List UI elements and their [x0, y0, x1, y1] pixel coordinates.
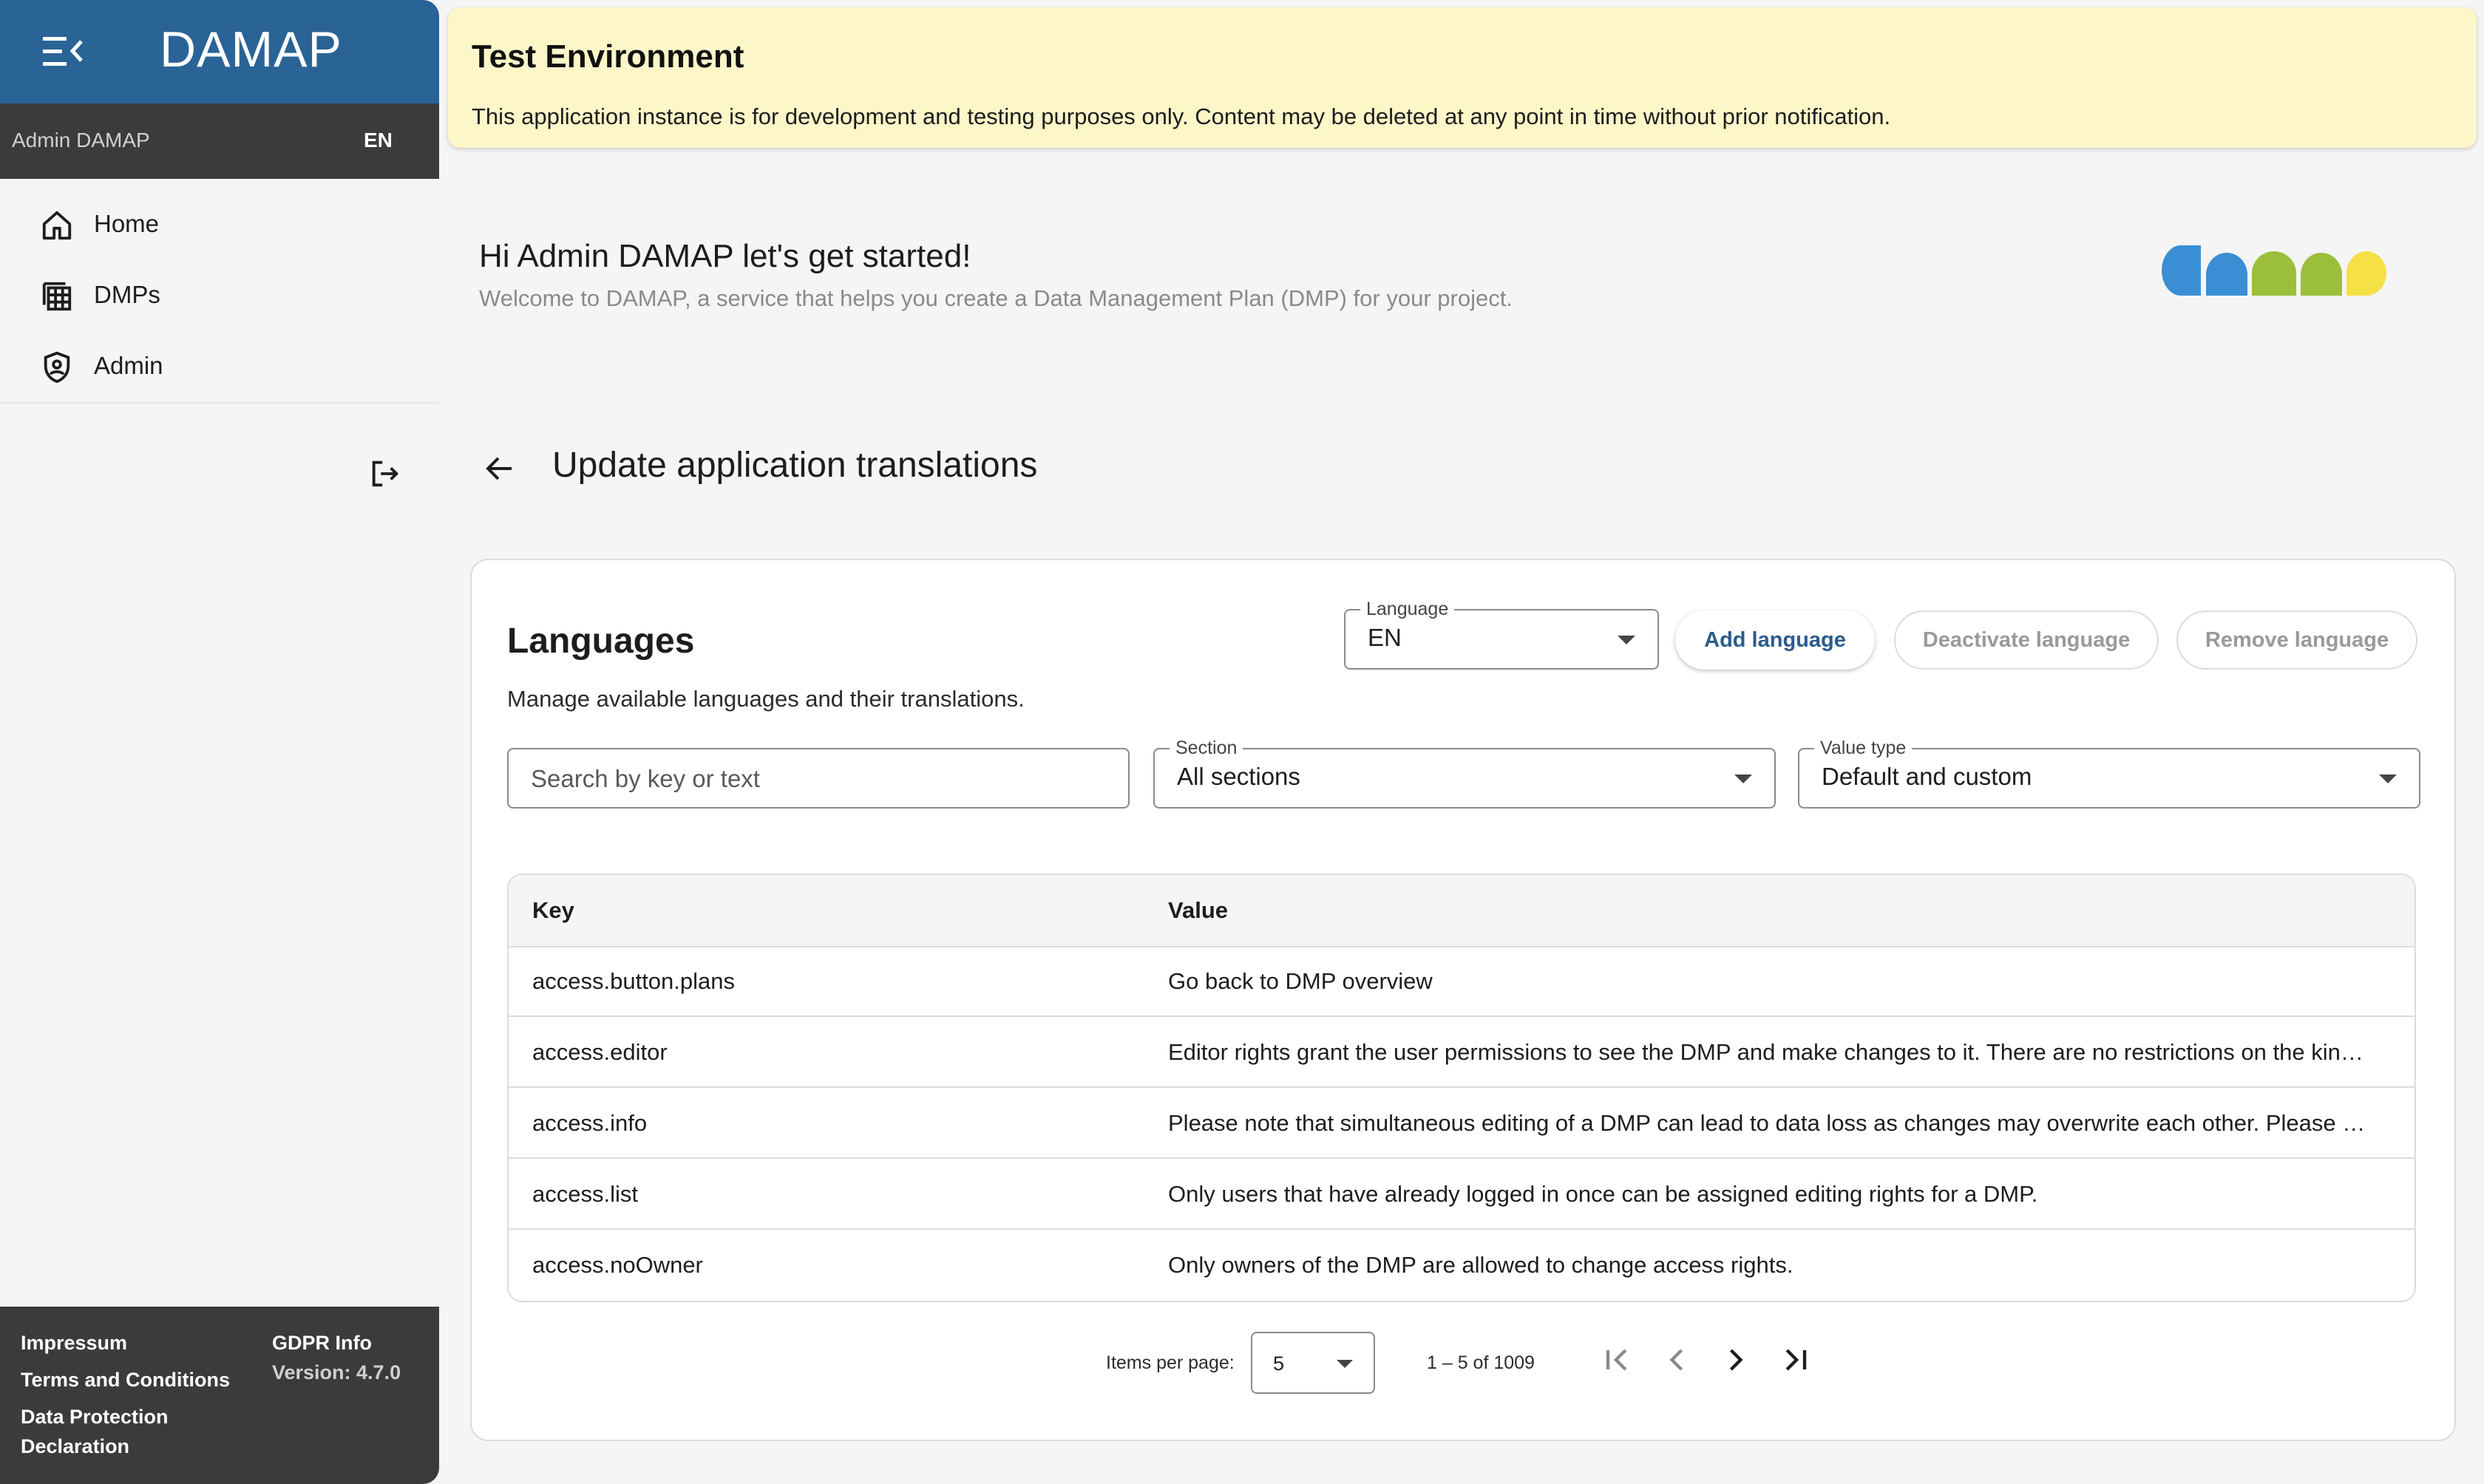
- sidebar: DAMAP Admin DAMAP EN Home DMPs Admin Imp…: [0, 0, 439, 1484]
- remove-language-button[interactable]: Remove language: [2176, 610, 2417, 670]
- sidebar-item-label: Admin: [94, 352, 163, 379]
- last-page-icon[interactable]: [1776, 1341, 1814, 1379]
- sidebar-item-home[interactable]: Home: [0, 188, 439, 259]
- impressum-link[interactable]: Impressum: [21, 1332, 127, 1355]
- shield-icon: [44, 351, 70, 384]
- table-row[interactable]: access.button.plans Go back to DMP overv…: [509, 946, 2415, 1017]
- user-bar: Admin DAMAP EN: [0, 103, 439, 179]
- row-value: Go back to DMP overview: [1168, 968, 1433, 994]
- dropdown-arrow-icon: [1734, 775, 1752, 783]
- app-brand: DAMAP: [160, 21, 342, 78]
- page-size-value: 5: [1273, 1352, 1285, 1375]
- translations-table: Key Value access.button.plans Go back to…: [507, 874, 2416, 1302]
- table-row[interactable]: access.list Only users that have already…: [509, 1159, 2415, 1230]
- page-title: Update application translations: [552, 446, 1038, 485]
- page-range-label: 1 – 5 of 1009: [1427, 1352, 1535, 1373]
- gdpr-link[interactable]: GDPR Info: [272, 1332, 372, 1355]
- row-key: access.list: [532, 1181, 638, 1207]
- section-select-value: All sections: [1177, 763, 1300, 790]
- banner-message: This application instance is for develop…: [472, 103, 1891, 129]
- items-per-page-label: Items per page:: [1106, 1352, 1235, 1373]
- user-name: Admin DAMAP: [12, 129, 150, 152]
- menu-open-icon[interactable]: [43, 35, 84, 68]
- languages-heading: Languages: [507, 622, 695, 661]
- language-select-label: Language: [1360, 599, 1455, 620]
- sidebar-nav: Home DMPs Admin: [0, 188, 439, 401]
- sidebar-divider: [0, 402, 439, 404]
- search-field[interactable]: [507, 748, 1130, 809]
- section-select[interactable]: Section All sections: [1153, 738, 1776, 809]
- sidebar-footer: Impressum Terms and Conditions Data Prot…: [0, 1307, 439, 1484]
- row-key: access.info: [532, 1110, 648, 1136]
- value-type-select[interactable]: Value type Default and custom: [1798, 738, 2420, 809]
- search-input[interactable]: [529, 749, 1110, 809]
- language-select[interactable]: Language EN: [1344, 599, 1659, 670]
- previous-page-icon[interactable]: [1657, 1341, 1696, 1379]
- table-row[interactable]: access.editor Editor rights grant the us…: [509, 1017, 2415, 1088]
- row-value: Please note that simultaneous editing of…: [1168, 1110, 2366, 1136]
- home-icon: [42, 211, 72, 240]
- welcome-subtitle: Welcome to DAMAP, a service that helps y…: [479, 285, 1513, 311]
- data-protection-link[interactable]: Data Protection: [21, 1406, 169, 1429]
- dropdown-arrow-icon: [1337, 1360, 1353, 1368]
- table-row[interactable]: access.info Please note that simultaneou…: [509, 1088, 2415, 1159]
- damap-logo: [2162, 245, 2386, 296]
- terms-link[interactable]: Terms and Conditions: [21, 1369, 230, 1392]
- sidebar-item-label: Home: [94, 210, 160, 237]
- sidebar-item-admin[interactable]: Admin: [0, 330, 439, 401]
- column-header-value[interactable]: Value: [1168, 897, 1228, 924]
- back-arrow-icon[interactable]: [482, 451, 518, 486]
- dropdown-arrow-icon: [2379, 775, 2397, 783]
- data-protection-link-line2[interactable]: Declaration: [21, 1435, 129, 1458]
- column-header-key[interactable]: Key: [532, 897, 574, 924]
- sidebar-item-label: DMPs: [94, 281, 160, 308]
- value-type-select-label: Value type: [1814, 738, 1913, 759]
- deactivate-language-button[interactable]: Deactivate language: [1894, 610, 2159, 670]
- table-header: Key Value: [509, 875, 2415, 947]
- section-select-label: Section: [1170, 738, 1243, 759]
- version-text: Version: 4.7.0: [272, 1361, 401, 1383]
- add-language-button[interactable]: Add language: [1675, 610, 1875, 670]
- languages-description: Manage available languages and their tra…: [507, 686, 1025, 712]
- row-key: access.editor: [532, 1039, 668, 1065]
- first-page-icon[interactable]: [1598, 1341, 1637, 1379]
- value-type-select-value: Default and custom: [1822, 763, 2032, 790]
- table-row[interactable]: access.noOwner Only owners of the DMP ar…: [509, 1230, 2415, 1301]
- language-switch[interactable]: EN: [364, 129, 393, 152]
- language-select-value: EN: [1368, 624, 1402, 651]
- row-key: access.button.plans: [532, 968, 736, 994]
- row-value: Only users that have already logged in o…: [1168, 1181, 2038, 1207]
- page-size-select[interactable]: 5: [1251, 1332, 1375, 1394]
- welcome-title: Hi Admin DAMAP let's get started!: [479, 238, 971, 274]
- test-environment-banner: Test Environment This application instan…: [448, 7, 2477, 148]
- banner-title: Test Environment: [472, 38, 744, 75]
- dropdown-arrow-icon: [1618, 636, 1635, 644]
- row-value: Only owners of the DMP are allowed to ch…: [1168, 1252, 1794, 1278]
- languages-card: Languages Manage available languages and…: [470, 559, 2456, 1441]
- row-key: access.noOwner: [532, 1252, 703, 1278]
- sidebar-item-dmps[interactable]: DMPs: [0, 259, 439, 330]
- sidebar-header: DAMAP: [0, 0, 439, 103]
- logout-icon[interactable]: [368, 457, 402, 491]
- row-value: Editor rights grant the user permissions…: [1168, 1039, 2363, 1065]
- next-page-icon[interactable]: [1717, 1341, 1755, 1379]
- table-icon: [42, 282, 72, 311]
